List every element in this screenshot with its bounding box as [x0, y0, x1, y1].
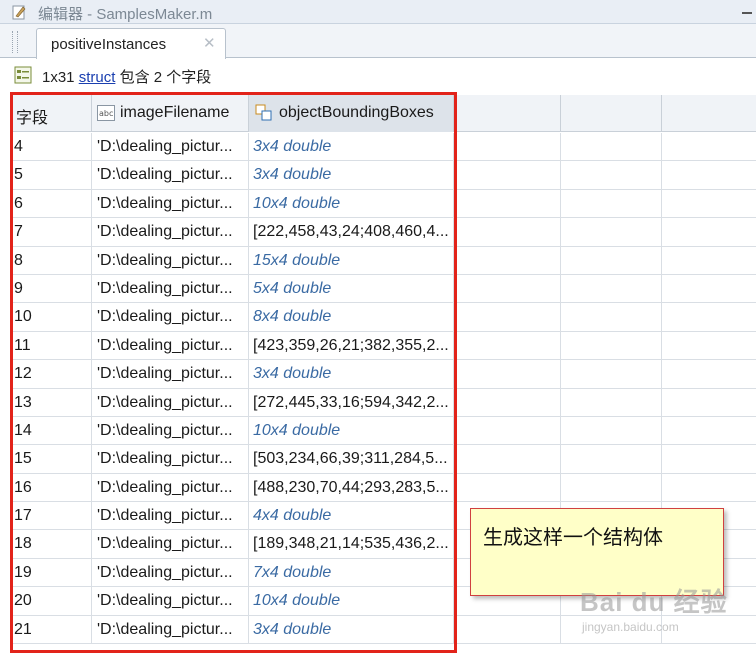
column-header-empty[interactable]	[662, 95, 756, 132]
tab-label: positiveInstances	[51, 36, 167, 53]
cell-empty[interactable]	[454, 218, 561, 247]
variable-info-bar: 1x31 struct 包含 2 个字段	[0, 59, 756, 91]
column-header-empty[interactable]	[454, 95, 561, 132]
cell-empty[interactable]	[561, 303, 662, 332]
close-icon[interactable]: ✕	[203, 36, 216, 52]
cell-empty[interactable]	[454, 360, 561, 389]
info-text-mid: 包含	[119, 69, 150, 86]
cell-empty[interactable]	[454, 416, 561, 446]
title-bar: 编辑器 - SamplesMaker.m	[0, 0, 756, 24]
cell-empty[interactable]	[662, 190, 756, 218]
cell-empty[interactable]	[454, 246, 561, 275]
cell-empty[interactable]	[561, 473, 662, 503]
variable-summary: 1x31 struct 包含 2 个字段	[42, 66, 211, 87]
highlight-box	[10, 92, 457, 653]
cell-empty[interactable]	[662, 332, 756, 360]
editor-icon	[12, 5, 26, 20]
info-text-end: 个字段	[166, 69, 212, 86]
cell-empty[interactable]	[662, 445, 756, 473]
cell-empty[interactable]	[561, 133, 662, 162]
cell-empty[interactable]	[662, 133, 756, 161]
cell-empty[interactable]	[561, 189, 662, 219]
cell-empty[interactable]	[454, 303, 561, 332]
cell-empty[interactable]	[561, 445, 662, 474]
cell-empty[interactable]	[454, 473, 561, 503]
cell-empty[interactable]	[454, 133, 561, 162]
cell-empty[interactable]	[662, 303, 756, 331]
cell-empty[interactable]	[454, 189, 561, 219]
cell-empty[interactable]	[561, 416, 662, 446]
cell-empty[interactable]	[662, 218, 756, 246]
cell-empty[interactable]	[454, 615, 561, 645]
cell-empty[interactable]	[662, 474, 756, 502]
tab-positive-instances[interactable]: positiveInstances ✕	[36, 28, 226, 59]
minimize-icon[interactable]	[734, 0, 756, 24]
struct-link[interactable]: struct	[79, 69, 116, 86]
baidu-watermark: Bai du 经验 jingyan.baidu.com	[580, 580, 730, 650]
field-count: 2	[153, 69, 163, 86]
cell-empty[interactable]	[662, 417, 756, 445]
column-header-empty[interactable]	[561, 95, 662, 132]
cell-empty[interactable]	[454, 445, 561, 474]
cell-empty[interactable]	[561, 360, 662, 389]
cell-empty[interactable]	[662, 161, 756, 189]
cell-empty[interactable]	[454, 331, 561, 361]
cell-empty[interactable]	[662, 247, 756, 275]
cell-empty[interactable]	[454, 388, 561, 417]
annotation-text: 生成这样一个结构体	[483, 527, 663, 549]
struct-icon	[14, 66, 32, 84]
cell-empty[interactable]	[454, 161, 561, 190]
cell-empty[interactable]	[561, 331, 662, 361]
cell-empty[interactable]	[662, 275, 756, 303]
cell-empty[interactable]	[561, 388, 662, 417]
watermark-logo: Bai du 经验	[580, 587, 728, 617]
cell-empty[interactable]	[662, 360, 756, 388]
variable-size: 1x31	[42, 69, 75, 86]
cell-empty[interactable]	[561, 274, 662, 304]
cell-empty[interactable]	[454, 274, 561, 304]
drag-handle[interactable]	[12, 31, 18, 53]
cell-empty[interactable]	[561, 161, 662, 190]
cell-empty[interactable]	[561, 218, 662, 247]
cell-empty[interactable]	[561, 246, 662, 275]
watermark-url: jingyan.baidu.com	[582, 620, 679, 634]
tab-strip: positiveInstances ✕	[0, 24, 756, 59]
window-title: 编辑器 - SamplesMaker.m	[38, 6, 213, 23]
cell-empty[interactable]	[662, 389, 756, 417]
